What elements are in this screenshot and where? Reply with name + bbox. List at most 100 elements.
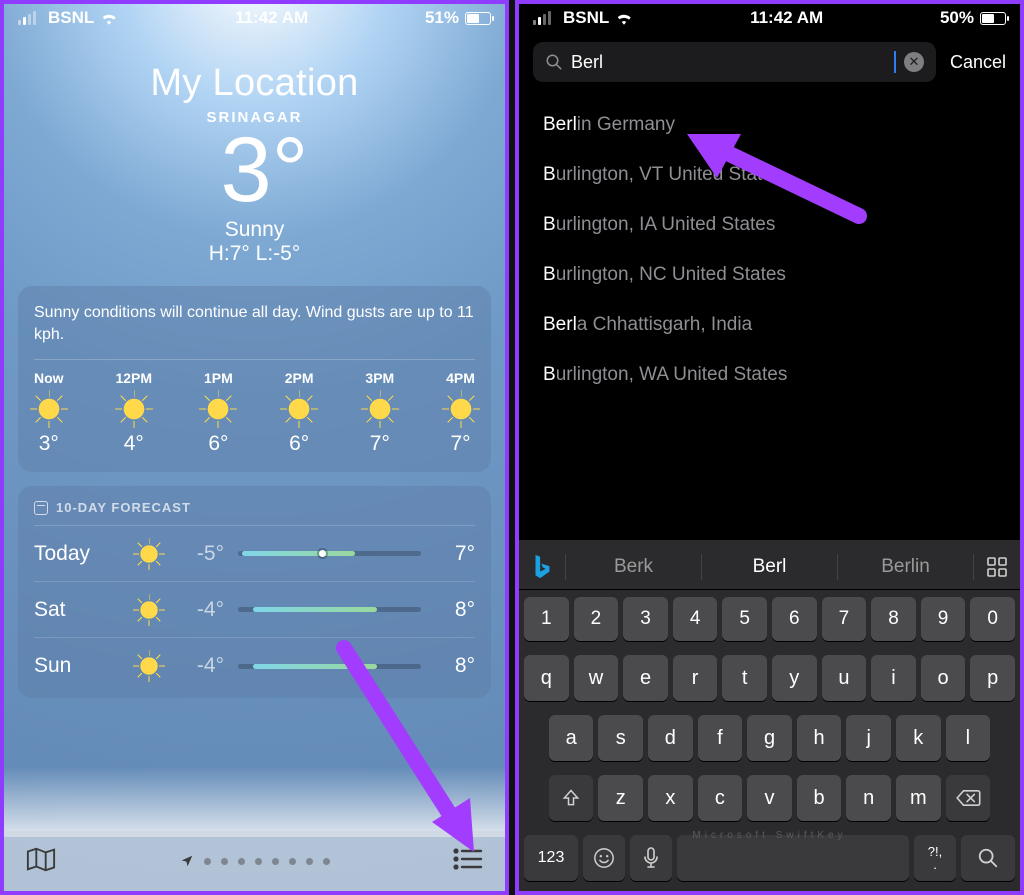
hourly-card[interactable]: Sunny conditions will continue all day. … — [18, 286, 491, 472]
hour-temp: 4° — [124, 432, 144, 456]
hour-temp: 7° — [451, 432, 471, 456]
key-z[interactable]: z — [598, 775, 643, 821]
keyboard[interactable]: Berk Berl Berlin 1234567890 qwertyuiop a… — [519, 540, 1020, 891]
text-cursor — [894, 51, 896, 73]
key-l[interactable]: l — [946, 715, 991, 761]
weather-screen: BSNL 11:42 AM 51% My Location SRINAGAR 3… — [0, 0, 509, 895]
key-8[interactable]: 8 — [871, 597, 916, 641]
key-search[interactable] — [961, 835, 1015, 881]
signal-icon — [18, 11, 36, 25]
search-result[interactable]: Burlington, NC United States — [519, 250, 1020, 300]
key-g[interactable]: g — [747, 715, 792, 761]
key-n[interactable]: n — [846, 775, 891, 821]
forecast-row[interactable]: Today -5° 7° — [34, 526, 475, 582]
wifi-icon — [100, 11, 118, 25]
key-r[interactable]: r — [673, 655, 718, 701]
key-6[interactable]: 6 — [772, 597, 817, 641]
key-j[interactable]: j — [846, 715, 891, 761]
hourly-column: 12PM 4° — [115, 370, 152, 456]
sun-icon — [205, 396, 231, 422]
key-space[interactable] — [677, 835, 909, 881]
battery-percent: 51% — [425, 8, 459, 28]
suggestion-current[interactable]: Berl — [702, 556, 837, 578]
search-result[interactable]: Berlin Germany — [519, 100, 1020, 150]
forecast-row[interactable]: Sun -4° 8° — [34, 638, 475, 694]
status-bar: BSNL 11:42 AM 50% — [519, 4, 1020, 28]
suggestion[interactable]: Berlin — [838, 556, 973, 578]
list-button[interactable] — [453, 846, 483, 877]
forecast-title: 10-DAY FORECAST — [56, 500, 191, 515]
forecast-row[interactable]: Sat -4° 8° — [34, 582, 475, 638]
key-d[interactable]: d — [648, 715, 693, 761]
search-result[interactable]: Berla Chhattisgarh, India — [519, 300, 1020, 350]
condition-summary: Sunny conditions will continue all day. … — [34, 302, 475, 360]
search-screen: BSNL 11:42 AM 50% ✕ Cancel Berlin German… — [515, 0, 1024, 895]
search-result[interactable]: Burlington, WA United States — [519, 350, 1020, 400]
key-1[interactable]: 1 — [524, 597, 569, 641]
key-k[interactable]: k — [896, 715, 941, 761]
weather-toolbar — [4, 831, 505, 891]
key-shift[interactable] — [549, 775, 594, 821]
key-3[interactable]: 3 — [623, 597, 668, 641]
hourly-column: 2PM 6° — [285, 370, 314, 456]
key-2[interactable]: 2 — [574, 597, 619, 641]
bing-icon[interactable] — [519, 554, 565, 580]
grid-icon[interactable] — [974, 557, 1020, 577]
page-dots[interactable] — [180, 854, 330, 868]
low-temp: -4° — [176, 598, 224, 622]
search-input[interactable] — [571, 52, 892, 73]
key-p[interactable]: p — [970, 655, 1015, 701]
hour-label: 12PM — [115, 370, 152, 386]
hour-label: 1PM — [204, 370, 233, 386]
key-4[interactable]: 4 — [673, 597, 718, 641]
suggestion-bar: Berk Berl Berlin — [519, 544, 1020, 590]
key-backspace[interactable] — [946, 775, 991, 821]
key-punctuation[interactable]: ?!,. — [914, 835, 956, 881]
key-i[interactable]: i — [871, 655, 916, 701]
temp-range-bar — [238, 607, 421, 612]
hour-label: 4PM — [446, 370, 475, 386]
key-a[interactable]: a — [549, 715, 594, 761]
high-temp: 8° — [435, 654, 475, 678]
key-h[interactable]: h — [797, 715, 842, 761]
sun-icon — [138, 543, 160, 565]
key-c[interactable]: c — [698, 775, 743, 821]
key-s[interactable]: s — [598, 715, 643, 761]
key-123[interactable]: 123 — [524, 835, 578, 881]
map-button[interactable] — [26, 846, 56, 877]
key-u[interactable]: u — [822, 655, 867, 701]
key-y[interactable]: y — [772, 655, 817, 701]
key-t[interactable]: t — [722, 655, 767, 701]
hour-label: 2PM — [285, 370, 314, 386]
key-9[interactable]: 9 — [921, 597, 966, 641]
key-x[interactable]: x — [648, 775, 693, 821]
search-result[interactable]: Burlington, IA United States — [519, 200, 1020, 250]
search-result[interactable]: Burlington, VT United States — [519, 150, 1020, 200]
key-e[interactable]: e — [623, 655, 668, 701]
search-field[interactable]: ✕ — [533, 42, 936, 82]
location-title: My Location — [4, 62, 505, 105]
key-7[interactable]: 7 — [822, 597, 867, 641]
cancel-button[interactable]: Cancel — [950, 52, 1006, 73]
high-temp: 7° — [435, 542, 475, 566]
key-0[interactable]: 0 — [970, 597, 1015, 641]
key-f[interactable]: f — [698, 715, 743, 761]
hour-temp: 6° — [208, 432, 228, 456]
key-5[interactable]: 5 — [722, 597, 767, 641]
suggestion[interactable]: Berk — [566, 556, 701, 578]
forecast-card[interactable]: 10-DAY FORECAST Today -5° 7°Sat -4° 8°Su… — [18, 486, 491, 698]
hour-label: Now — [34, 370, 64, 386]
key-b[interactable]: b — [797, 775, 842, 821]
key-o[interactable]: o — [921, 655, 966, 701]
key-mic[interactable] — [630, 835, 672, 881]
list-icon — [453, 846, 483, 872]
key-v[interactable]: v — [747, 775, 792, 821]
hour-temp: 6° — [289, 432, 309, 456]
key-w[interactable]: w — [574, 655, 619, 701]
signal-icon — [533, 11, 551, 25]
clear-button[interactable]: ✕ — [904, 52, 924, 72]
key-m[interactable]: m — [896, 775, 941, 821]
key-q[interactable]: q — [524, 655, 569, 701]
key-emoji[interactable] — [583, 835, 625, 881]
day-label: Today — [34, 542, 122, 566]
